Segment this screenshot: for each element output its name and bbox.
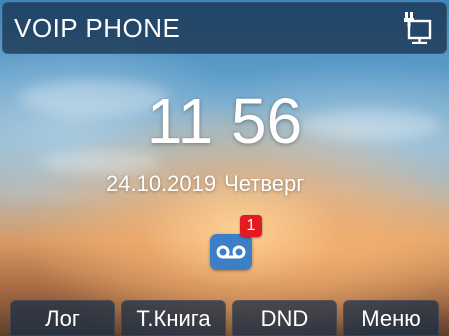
voicemail-count-badge: 1 [240,215,262,237]
softkey-menu[interactable]: Меню [343,300,439,336]
softkey-phonebook[interactable]: Т.Книга [121,300,226,336]
date-text: 24.10.2019 [106,171,217,196]
softkey-log[interactable]: Лог [10,300,115,336]
clock-time: 11 56 [146,85,303,157]
date-display: 24.10.2019 Четверг [106,170,304,198]
device-title: VOIP PHONE [14,13,181,43]
status-bar: VOIP PHONE [2,2,447,54]
softkey-dnd[interactable]: DND [232,300,337,336]
voicemail-button[interactable] [210,234,252,270]
phone-idle-screen: VOIP PHONE 11 56 24.10.2019 Четверг 1 Ло… [0,0,449,336]
weekday-text: Четверг [224,171,305,196]
softkey-bar: Лог Т.Книга DND Меню [0,300,449,336]
ethernet-network-icon [403,10,433,45]
voicemail-icon [216,245,246,259]
